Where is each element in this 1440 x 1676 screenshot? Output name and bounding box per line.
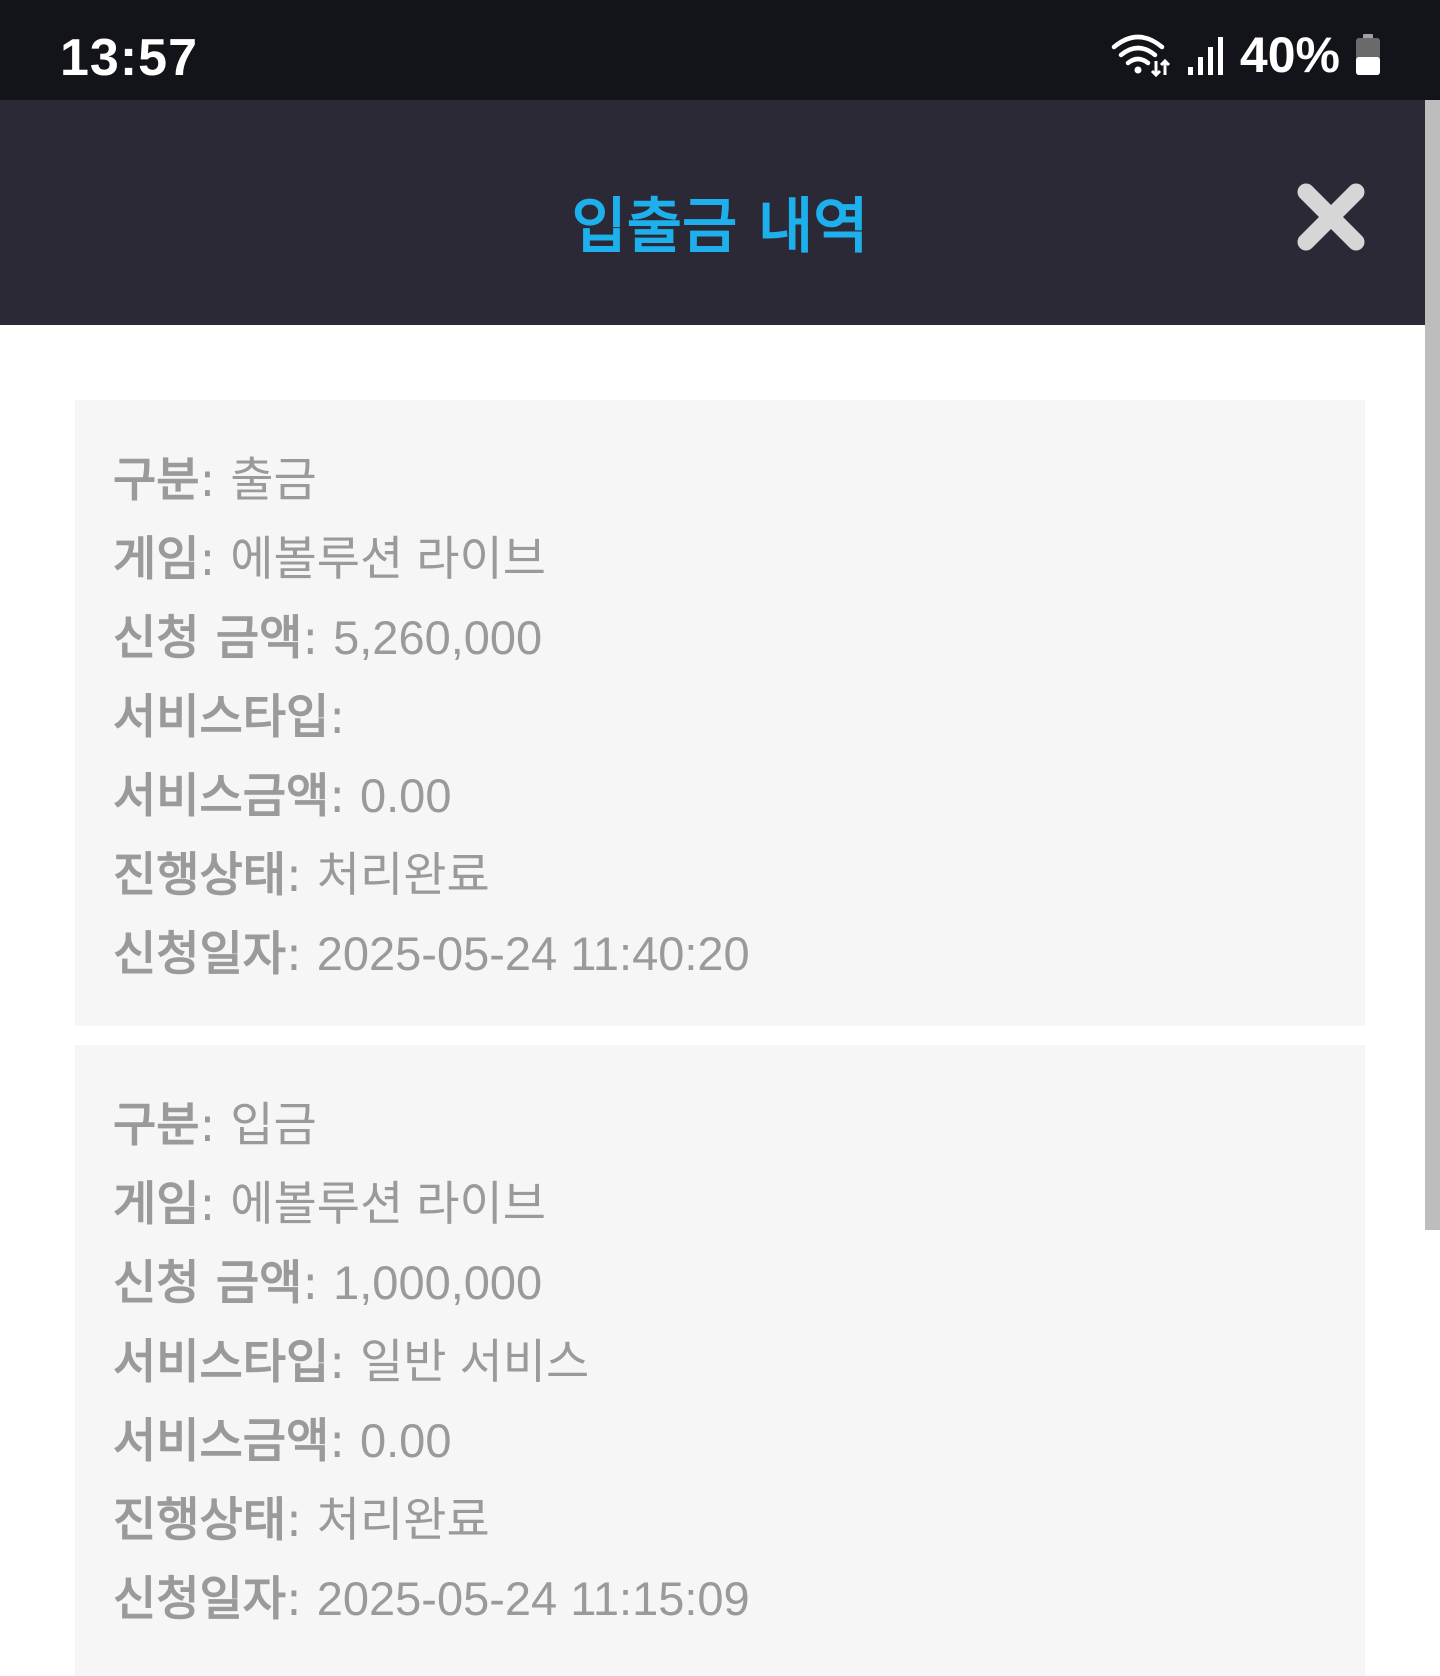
- record-status-row: 진행상태: 처리완료: [113, 1493, 490, 1548]
- battery-percent: 40%: [1239, 27, 1340, 83]
- record-status-value: 처리완료: [316, 1493, 490, 1546]
- battery-icon: [1356, 34, 1380, 75]
- record-status-row: 진행상태: 처리완료: [113, 848, 490, 903]
- field-label: 구분: [113, 453, 200, 508]
- record-game-row: 게임: 에볼루션 라이브: [113, 1177, 547, 1232]
- record-amount-row: 신청 금액: 5,260,000: [113, 611, 543, 666]
- field-label: 구분: [113, 1098, 200, 1153]
- record-game-value: 에볼루션 라이브: [230, 1177, 547, 1230]
- page-title: 입출금 내역: [571, 192, 869, 262]
- record-date-row: 신청일자: 2025-05-24 11:15:09: [113, 1572, 750, 1627]
- record-service-amount-row: 서비스금액: 0.00: [113, 769, 452, 824]
- field-label: 서비스금액: [113, 1414, 330, 1469]
- record-type-row: 구분: 출금: [113, 453, 317, 508]
- record-service-type-row: 서비스타입:: [113, 690, 346, 745]
- record-type-row: 구분: 입금: [113, 1098, 317, 1153]
- record-type-value: 출금: [230, 453, 317, 506]
- field-label: 신청일자: [113, 927, 286, 982]
- field-label: 서비스금액: [113, 769, 330, 824]
- status-icons: 40%: [1110, 27, 1382, 83]
- record-service-type-value: 일반 서비스: [359, 1335, 590, 1388]
- record-status-value: 처리완료: [316, 848, 490, 901]
- record-service-amount-value: 0.00: [359, 769, 452, 822]
- record-service-amount-value: 0.00: [359, 1414, 452, 1467]
- wifi-icon: [1111, 34, 1170, 77]
- record-service-amount-row: 서비스금액: 0.00: [113, 1414, 452, 1469]
- record-amount-value: 5,260,000: [333, 611, 543, 664]
- record-date-value: 2025-05-24 11:15:09: [316, 1572, 750, 1625]
- record-service-type-row: 서비스타입: 일반 서비스: [113, 1335, 590, 1390]
- close-icon: [1297, 183, 1365, 251]
- field-label: 신청 금액: [113, 1256, 303, 1311]
- field-label: 서비스타입: [113, 690, 330, 745]
- record-game-row: 게임: 에볼루션 라이브: [113, 532, 547, 587]
- record-date-row: 신청일자: 2025-05-24 11:40:20: [113, 927, 750, 982]
- status-bar: 13:57 40%: [0, 0, 1440, 100]
- field-label: 진행상태: [113, 848, 286, 903]
- field-label: 진행상태: [113, 1493, 286, 1548]
- scrollbar[interactable]: [1425, 100, 1440, 1230]
- close-button[interactable]: [1296, 182, 1366, 252]
- field-label: 신청일자: [113, 1572, 286, 1627]
- page-header: 입출금 내역: [0, 100, 1440, 325]
- field-label: 서비스타입: [113, 1335, 330, 1390]
- field-label: 게임: [113, 532, 200, 587]
- signal-icon: [1187, 37, 1223, 75]
- status-time: 13:57: [60, 29, 198, 87]
- field-label: 게임: [113, 1177, 200, 1232]
- record-amount-value: 1,000,000: [333, 1256, 543, 1309]
- record-type-value: 입금: [230, 1098, 317, 1151]
- record-date-value: 2025-05-24 11:40:20: [316, 927, 750, 980]
- record-game-value: 에볼루션 라이브: [230, 532, 547, 585]
- transaction-card: 구분: 입금 게임: 에볼루션 라이브 신청 금액: 1,000,000 서비스…: [75, 1045, 1365, 1676]
- transaction-card: 구분: 출금 게임: 에볼루션 라이브 신청 금액: 5,260,000 서비스…: [75, 400, 1365, 1026]
- record-amount-row: 신청 금액: 1,000,000: [113, 1256, 543, 1311]
- field-label: 신청 금액: [113, 611, 303, 666]
